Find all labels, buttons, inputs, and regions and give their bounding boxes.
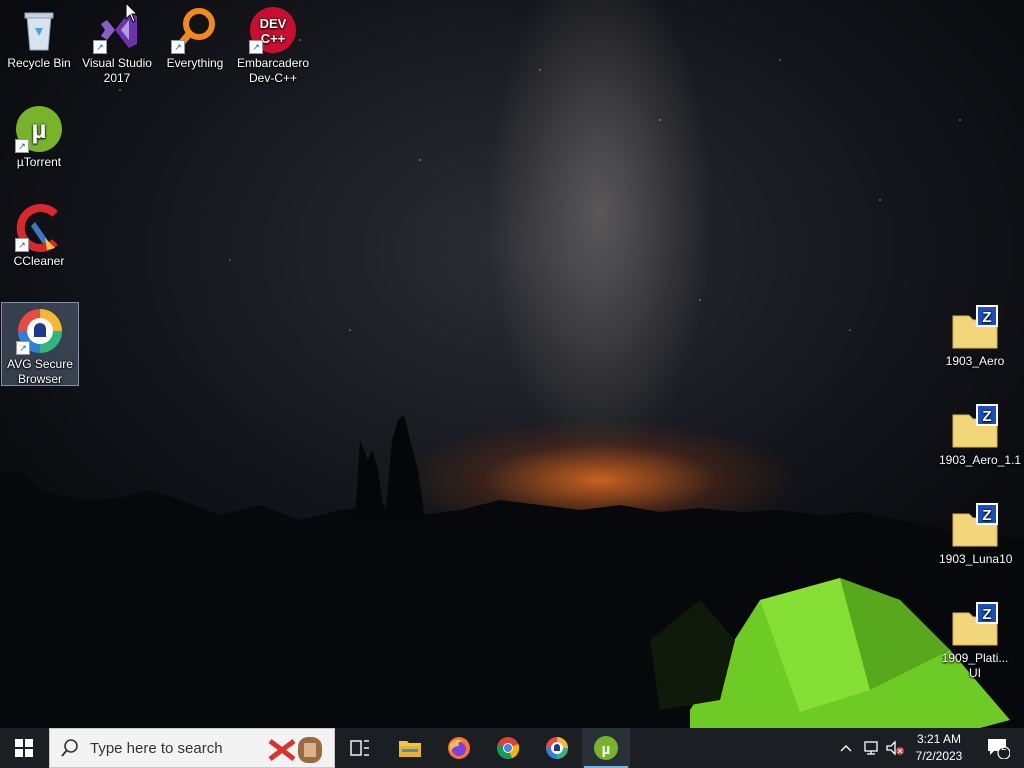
desktop-icon-1903-luna10[interactable]: Z 1903_Luna10 (937, 498, 1013, 572)
show-hidden-icons-button[interactable] (836, 728, 856, 768)
mountain-silhouette (0, 415, 1024, 728)
everything-search-icon: ↗ (171, 6, 219, 54)
search-highlight-illustration-icon (268, 737, 322, 763)
search-placeholder: Type here to search (90, 739, 223, 757)
folder-icon (399, 741, 421, 757)
shortcut-arrow-icon: ↗ (15, 139, 29, 153)
svg-text:DEV: DEV (260, 16, 287, 31)
firefox-icon (448, 737, 470, 759)
svg-text:µ: µ (32, 114, 47, 144)
svg-text:Z: Z (982, 408, 991, 425)
shortcut-arrow-icon: ↗ (15, 238, 29, 252)
taskbar: Type here to search µ 3:21 AM 7/2/2023 2 (0, 728, 1024, 768)
volume-button[interactable] (884, 728, 906, 768)
desktop-icon-label: Embarcadero Dev-C++ (237, 56, 310, 85)
taskbar-search-box[interactable]: Type here to search (49, 728, 335, 768)
svg-text:C++: C++ (261, 31, 286, 46)
start-button[interactable] (0, 728, 48, 768)
avg-browser-icon: ↗ (16, 307, 64, 355)
network-button[interactable] (860, 728, 882, 768)
desktop-icon-1903-aero[interactable]: Z 1903_Aero (937, 300, 1013, 374)
svg-text:Z: Z (982, 309, 991, 326)
file-explorer-button[interactable] (386, 728, 434, 768)
task-view-icon (350, 740, 369, 756)
avg-browser-button[interactable] (533, 728, 581, 768)
desktop-icon-label: 1903_Aero (945, 354, 1005, 368)
utorrent-icon: µ ↗ (15, 105, 63, 153)
desktop-icon-label: Recycle Bin (7, 56, 71, 70)
clock-date: 7/2/2023 (915, 749, 963, 763)
zipped-folder-icon: Z (951, 502, 999, 550)
shortcut-arrow-icon: ↗ (16, 341, 30, 355)
desktop-icon-label: Everything (166, 56, 224, 70)
notification-count-badge: 2 (1001, 742, 1007, 753)
zipped-folder-icon: Z (951, 601, 999, 649)
recycle-bin-icon (15, 6, 63, 54)
task-view-button[interactable] (336, 728, 384, 768)
svg-text:Z: Z (982, 606, 991, 623)
avg-browser-icon (546, 737, 568, 759)
shortcut-arrow-icon: ↗ (249, 40, 263, 54)
windows-logo-icon (15, 739, 33, 757)
desktop-icon-avg-browser[interactable]: ↗ AVG Secure Browser (1, 302, 79, 386)
desktop-icon-dev-cpp[interactable]: DEV C++ ↗ Embarcadero Dev-C++ (235, 2, 311, 90)
desktop-icon-label: Visual Studio 2017 (82, 56, 152, 85)
desktop-icon-label: 1903_Aero_1.1 (939, 453, 1022, 467)
zipped-folder-icon: Z (951, 304, 999, 352)
desktop-icon-label: CCleaner (13, 254, 65, 268)
desktop-icon-label: AVG Secure Browser (7, 357, 73, 386)
chrome-icon (497, 737, 520, 759)
clock-time: 3:21 AM (916, 732, 962, 746)
desktop-icon-visual-studio[interactable]: ↗ Visual Studio 2017 (79, 2, 155, 90)
desktop-icon-label: 1903_Luna10 (939, 552, 1013, 566)
zipped-folder-icon: Z (951, 403, 999, 451)
desktop-icon-1909-platinum-ui[interactable]: Z 1909_Plati... UI (937, 597, 1013, 685)
desktop-icon-ccleaner[interactable]: ↗ CCleaner (1, 200, 77, 278)
action-center-button[interactable]: 2 (978, 728, 1018, 768)
taskbar-clock[interactable]: 3:21 AM 7/2/2023 (906, 728, 972, 768)
volume-muted-icon (886, 740, 904, 756)
shortcut-arrow-icon: ↗ (93, 40, 107, 54)
network-icon (864, 741, 878, 755)
search-icon (61, 739, 78, 757)
firefox-button[interactable] (435, 728, 483, 768)
desktop-icon-label: µTorrent (16, 155, 62, 169)
desktop-wallpaper (0, 0, 1024, 728)
svg-text:Z: Z (982, 507, 991, 524)
chrome-button[interactable] (484, 728, 532, 768)
desktop-icon-recycle-bin[interactable]: Recycle Bin (1, 2, 77, 80)
desktop-icon-label: 1909_Plati... UI (941, 651, 1009, 680)
mouse-cursor-icon (125, 2, 139, 23)
desktop-icon-everything[interactable]: ↗ Everything (157, 2, 233, 80)
utorrent-icon: µ (594, 736, 618, 760)
chevron-up-icon (840, 745, 852, 752)
ccleaner-icon: ↗ (15, 204, 63, 252)
utorrent-taskbar-button[interactable]: µ (582, 728, 630, 768)
desktop-icon-utorrent[interactable]: µ ↗ µTorrent (1, 101, 77, 179)
svg-text:µ: µ (602, 741, 611, 758)
shortcut-arrow-icon: ↗ (171, 40, 185, 54)
desktop-icon-1903-aero-1-1[interactable]: Z 1903_Aero_1.1 (937, 399, 1022, 473)
dev-cpp-icon: DEV C++ ↗ (249, 6, 297, 54)
